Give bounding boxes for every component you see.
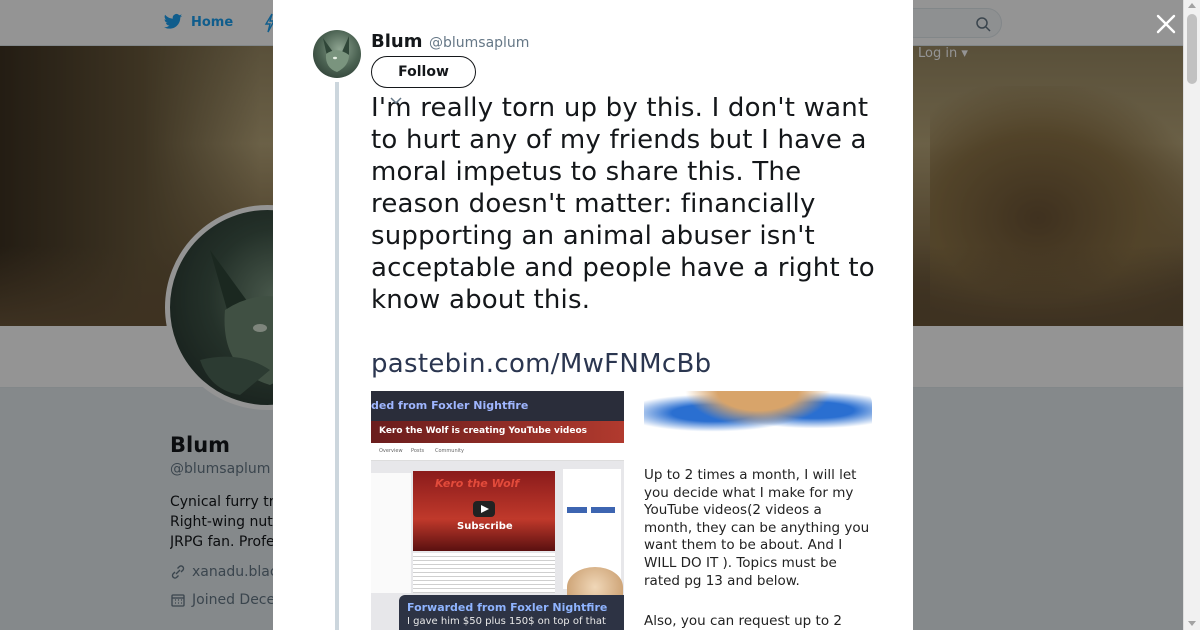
thread-line xyxy=(335,82,339,630)
media-side-button xyxy=(567,507,587,513)
media-side-button xyxy=(591,507,615,513)
page-scrollbar[interactable] xyxy=(1183,0,1200,630)
media-tab: Overview xyxy=(379,448,403,454)
media-right-text: Up to 2 times a month, I will let you de… xyxy=(644,467,870,589)
follow-button[interactable]: Follow xyxy=(371,56,476,88)
media-header: ded from Foxler Nightfire xyxy=(371,391,624,421)
scroll-down-arrow-icon[interactable] xyxy=(1188,621,1196,626)
media-left-column xyxy=(371,473,411,593)
tweet-link[interactable]: pastebin.com/MwFNMcBb xyxy=(371,348,711,380)
media-video-title: Kero the Wolf xyxy=(435,477,520,490)
close-icon[interactable] xyxy=(1153,11,1179,37)
wolf-avatar-art xyxy=(323,36,349,72)
media-image-right[interactable]: Up to 2 times a month, I will let you de… xyxy=(644,391,872,630)
play-icon xyxy=(473,501,495,517)
forwarded-text: I gave him $50 plus 150$ on top of that xyxy=(407,616,606,627)
media-banner-text: Kero the Wolf is creating YouTube videos xyxy=(379,426,587,436)
media-tab: Posts xyxy=(411,448,425,454)
scroll-up-arrow-icon[interactable] xyxy=(1188,3,1196,8)
chevron-down-icon[interactable] xyxy=(389,94,403,108)
media-forwarded-message: Forwarded from Foxler Nightfire I gave h… xyxy=(399,595,624,630)
scrollbar-thumb[interactable] xyxy=(1187,14,1197,84)
forwarded-title: Forwarded from Foxler Nightfire xyxy=(407,601,608,614)
tweet-media: ded from Foxler Nightfire Kero the Wolf … xyxy=(371,391,873,630)
media-tab: Community xyxy=(435,448,464,454)
author-avatar[interactable] xyxy=(313,30,361,78)
media-tabs: Overview Posts Community xyxy=(371,443,624,461)
tweet-text: I'm really torn up by this. I don't want… xyxy=(371,93,875,315)
media-right-text-tail: Also, you can request up to 2 xyxy=(644,613,842,629)
media-text-block xyxy=(413,553,555,593)
media-video-thumbnail: Kero the Wolf Subscribe xyxy=(413,471,555,551)
author-name[interactable]: Blum xyxy=(371,31,422,52)
tweet-modal: Blum @blumsaplum Follow I'm really torn … xyxy=(273,0,913,630)
media-subscribe-text: Subscribe xyxy=(457,521,513,532)
media-image-left[interactable]: ded from Foxler Nightfire Kero the Wolf … xyxy=(371,391,624,630)
media-banner: Kero the Wolf is creating YouTube videos xyxy=(371,421,624,443)
media-paint-splash xyxy=(644,391,872,446)
media-header-text: ded from Foxler Nightfire xyxy=(371,399,529,412)
author-handle[interactable]: @blumsaplum xyxy=(429,35,529,51)
